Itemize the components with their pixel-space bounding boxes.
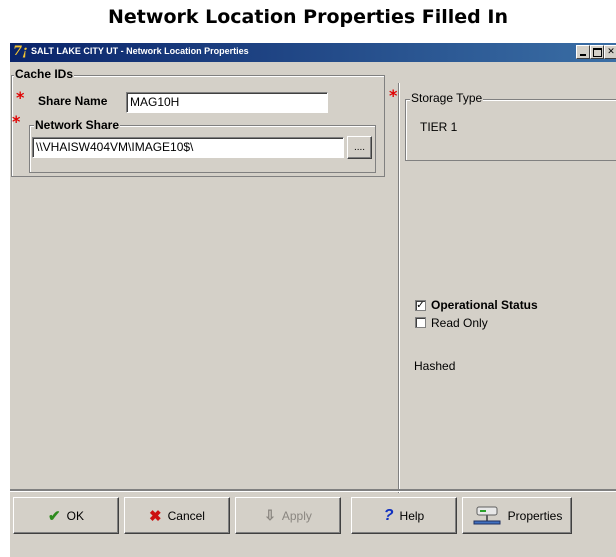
- app-icon: 7¡: [13, 44, 28, 59]
- button-bar-separator: [10, 489, 616, 492]
- network-drive-icon: [473, 506, 501, 524]
- minimize-button[interactable]: [576, 45, 590, 59]
- cancel-button-label: Cancel: [167, 508, 205, 523]
- check-icon: ✔: [48, 507, 61, 525]
- help-question-icon: ?: [383, 506, 394, 524]
- maximize-button[interactable]: [590, 45, 604, 59]
- window-title: SALT LAKE CITY UT - Network Location Pro…: [31, 46, 249, 56]
- read-only-checkbox[interactable]: [415, 317, 426, 328]
- properties-button[interactable]: Properties: [462, 497, 572, 534]
- apply-button-label: Apply: [281, 508, 312, 523]
- properties-window: 7¡ SALT LAKE CITY UT - Network Location …: [10, 43, 616, 557]
- help-button-label: Help: [399, 508, 425, 523]
- operational-status-label[interactable]: Operational Status: [431, 298, 538, 312]
- cancel-button[interactable]: ✖ Cancel: [124, 497, 230, 534]
- ok-button-label: OK: [66, 508, 84, 523]
- apply-button[interactable]: ⇩ Apply: [235, 497, 341, 534]
- window-titlebar[interactable]: 7¡ SALT LAKE CITY UT - Network Location …: [10, 43, 616, 62]
- required-marker: *: [12, 112, 21, 131]
- share-name-label: Share Name: [38, 94, 108, 108]
- minimize-icon: [580, 54, 586, 56]
- panel-divider: [398, 83, 400, 493]
- page-title: Network Location Properties Filled In: [108, 6, 508, 28]
- close-button[interactable]: ✕: [604, 45, 616, 59]
- browse-button[interactable]: ....: [347, 136, 372, 159]
- required-marker: *: [16, 88, 25, 107]
- storage-type-value[interactable]: TIER 1: [420, 120, 457, 134]
- ok-button[interactable]: ✔ OK: [13, 497, 119, 534]
- storage-type-legend: Storage Type: [410, 91, 484, 105]
- cache-ids-legend: Cache IDs: [14, 67, 75, 81]
- network-share-input[interactable]: \\VHAISW404VM\IMAGE10$\: [32, 137, 344, 158]
- cancel-x-icon: ✖: [149, 507, 162, 525]
- hashed-label: Hashed: [414, 359, 456, 373]
- operational-status-checkbox[interactable]: ✓: [415, 300, 426, 311]
- apply-down-arrow-icon: ⇩: [264, 507, 276, 523]
- maximize-icon: [593, 48, 602, 57]
- read-only-label[interactable]: Read Only: [431, 316, 488, 330]
- properties-button-label: Properties: [507, 508, 563, 523]
- required-marker: *: [389, 86, 398, 105]
- close-icon: ✕: [607, 47, 615, 57]
- help-button[interactable]: ? Help: [351, 497, 457, 534]
- network-share-legend: Network Share: [34, 118, 121, 132]
- share-name-input[interactable]: MAG10H: [126, 92, 328, 113]
